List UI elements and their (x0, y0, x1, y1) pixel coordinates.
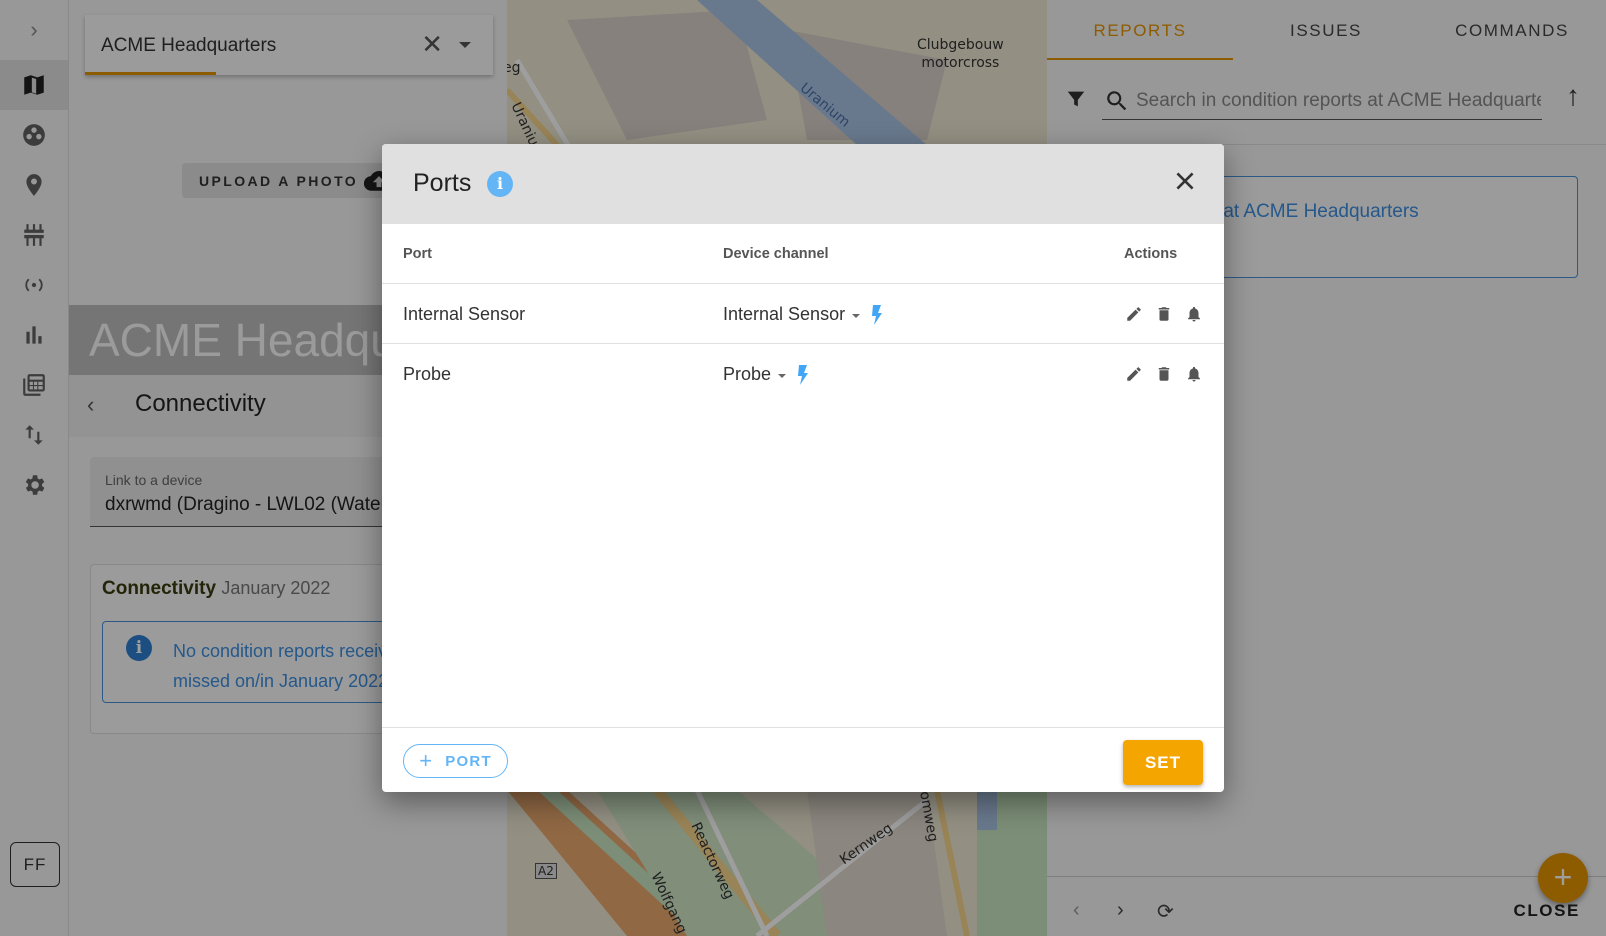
bell-icon[interactable] (1185, 304, 1203, 324)
port-name: Probe (403, 364, 452, 384)
plus-icon: + (419, 748, 434, 773)
channel-value: Internal Sensor (723, 304, 846, 324)
delete-icon[interactable] (1155, 364, 1173, 384)
column-header-port: Port (403, 246, 432, 262)
bolt-icon (796, 364, 810, 385)
edit-icon[interactable] (1125, 364, 1143, 384)
dialog-header: Ports i (382, 144, 1224, 224)
info-icon[interactable]: i (487, 171, 513, 197)
dialog-footer: + PORT SET (382, 727, 1224, 792)
ports-table: Port Device channel Actions Internal Sen… (382, 224, 1224, 404)
channel-select[interactable]: Probe (723, 364, 810, 385)
channel-select[interactable]: Internal Sensor (723, 304, 884, 325)
row-actions (1125, 364, 1203, 384)
dropdown-caret-icon (852, 313, 861, 318)
table-row: Probe Probe (382, 344, 1224, 404)
row-actions (1125, 304, 1203, 324)
table-row: Internal Sensor Internal Sensor (382, 284, 1224, 344)
close-icon[interactable] (1172, 168, 1198, 194)
dialog-title: Ports (413, 169, 472, 197)
ports-dialog: Ports i Port Device channel Actions Inte… (382, 144, 1224, 792)
add-port-label: PORT (445, 752, 492, 770)
port-name: Internal Sensor (403, 304, 526, 324)
dropdown-caret-icon (778, 373, 787, 378)
add-port-button[interactable]: + PORT (403, 744, 508, 778)
close-x-glyph (1176, 172, 1194, 190)
bolt-icon (870, 304, 884, 325)
table-header: Port Device channel Actions (382, 224, 1224, 284)
edit-icon[interactable] (1125, 304, 1143, 324)
column-header-channel: Device channel (723, 246, 829, 262)
column-header-actions: Actions (1124, 246, 1178, 262)
bell-icon[interactable] (1185, 364, 1203, 384)
channel-value: Probe (723, 364, 772, 384)
delete-icon[interactable] (1155, 304, 1173, 324)
set-button[interactable]: SET (1123, 740, 1203, 785)
